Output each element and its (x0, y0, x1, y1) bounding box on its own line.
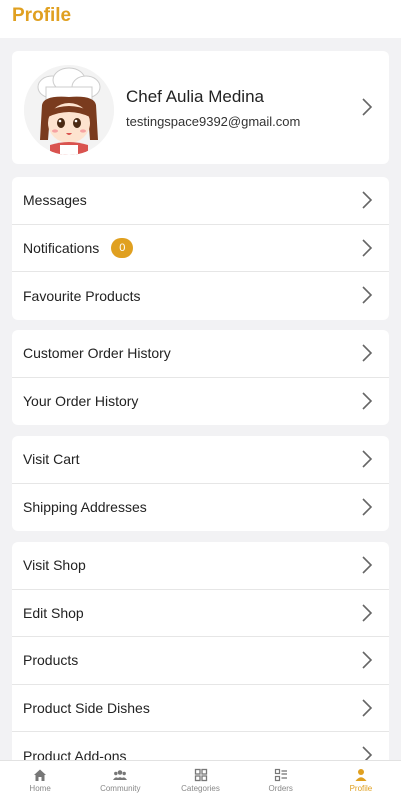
menu-group-account: Messages Notifications 0 Favourite Produ… (12, 177, 389, 320)
chevron-right-icon (361, 651, 373, 669)
nav-label: Profile (349, 784, 373, 793)
chevron-right-icon (361, 497, 373, 516)
menu-item-label: Shipping Addresses (23, 499, 147, 516)
page-title: Profile (12, 5, 72, 26)
menu-item-products[interactable]: Products (12, 637, 389, 685)
menu-group-shop: Visit Shop Edit Shop Products Product Si… (12, 542, 389, 760)
nav-label: Categories (181, 784, 220, 793)
chevron-right-icon (361, 391, 373, 410)
menu-item-label: Product Add-ons (23, 747, 127, 760)
nav-label: Home (29, 784, 51, 793)
profile-scroll-area[interactable]: Chef Aulia Medina testingspace9392@gmail… (0, 38, 401, 760)
notification-count-badge: 0 (111, 237, 134, 258)
menu-item-label: Edit Shop (23, 604, 84, 621)
menu-item-label: Your Order History (23, 393, 139, 410)
profile-name: Chef Aulia Medina (126, 87, 264, 106)
nav-profile[interactable]: Profile (321, 761, 401, 800)
chevron-right-icon (361, 556, 373, 574)
chevron-right-icon (361, 344, 373, 362)
menu-item-label: Notifications (23, 239, 100, 256)
chevron-right-icon (361, 98, 373, 116)
menu-item-label: Products (23, 652, 79, 669)
profile-icon (355, 769, 367, 781)
menu-item-favourite-products[interactable]: Favourite Products (12, 272, 389, 320)
chevron-right-icon (361, 603, 373, 622)
orders-icon (274, 768, 287, 782)
menu-item-product-add-ons[interactable]: Product Add-ons (12, 732, 389, 760)
menu-item-your-order-history[interactable]: Your Order History (12, 378, 389, 426)
menu-item-visit-shop[interactable]: Visit Shop (12, 542, 389, 590)
chevron-right-icon (361, 698, 373, 717)
menu-item-label: Messages (23, 192, 87, 209)
nav-label: Community (100, 784, 141, 793)
nav-home[interactable]: Home (0, 761, 80, 800)
home-icon (34, 769, 47, 781)
menu-group-cart: Visit Cart Shipping Addresses (12, 436, 389, 531)
menu-group-orders: Customer Order History Your Order Histor… (12, 330, 389, 425)
top-bar: Profile (0, 0, 401, 38)
chevron-right-icon (361, 191, 373, 209)
menu-item-messages[interactable]: Messages (12, 177, 389, 225)
chevron-right-icon (361, 450, 373, 468)
menu-item-edit-shop[interactable]: Edit Shop (12, 590, 389, 637)
profile-card[interactable]: Chef Aulia Medina testingspace9392@gmail… (12, 51, 389, 164)
menu-item-notifications[interactable]: Notifications 0 (12, 225, 389, 272)
avatar (24, 65, 114, 155)
menu-item-label: Product Side Dishes (23, 699, 150, 716)
nav-orders[interactable]: Orders (241, 761, 321, 800)
menu-item-visit-cart[interactable]: Visit Cart (12, 436, 389, 484)
nav-categories[interactable]: Categories (160, 761, 240, 800)
nav-community[interactable]: Community (80, 761, 160, 800)
menu-item-shipping-addresses[interactable]: Shipping Addresses (12, 484, 389, 532)
menu-item-customer-order-history[interactable]: Customer Order History (12, 330, 389, 378)
profile-email: testingspace9392@gmail.com (126, 114, 301, 129)
menu-item-label: Customer Order History (23, 345, 171, 362)
chevron-right-icon (361, 746, 373, 760)
chevron-right-icon (361, 238, 373, 257)
menu-item-label: Visit Cart (23, 451, 80, 468)
menu-item-label: Visit Shop (23, 557, 86, 574)
menu-item-label: Favourite Products (23, 287, 141, 304)
nav-label: Orders (268, 784, 293, 793)
chevron-right-icon (361, 286, 373, 304)
community-icon (113, 770, 128, 780)
categories-icon (194, 768, 207, 782)
menu-item-product-side-dishes[interactable]: Product Side Dishes (12, 685, 389, 732)
bottom-nav: Home Community Categories Orders Profile (0, 760, 401, 800)
